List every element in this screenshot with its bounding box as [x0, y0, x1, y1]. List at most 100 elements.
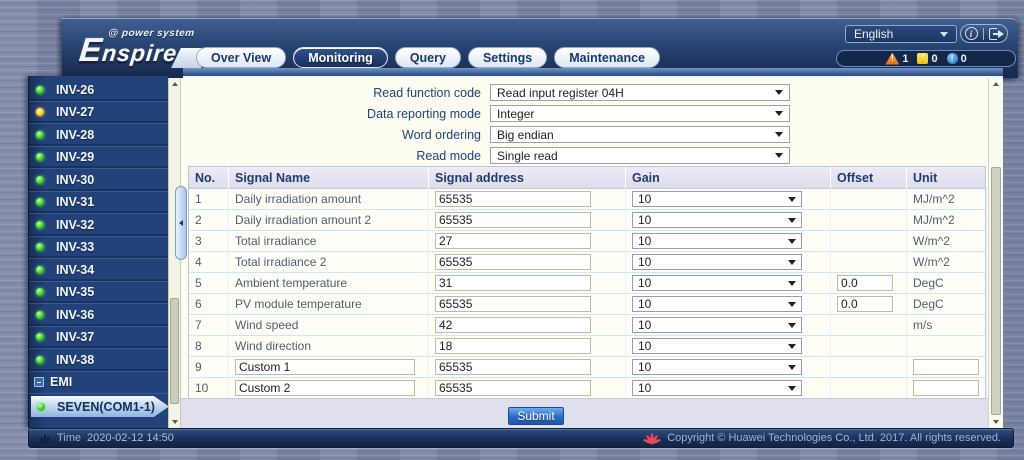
scroll-down-icon[interactable] [989, 417, 1003, 427]
sidebar-scrollbar-thumb[interactable] [170, 298, 179, 404]
signal-address-input[interactable] [435, 212, 591, 228]
row-number: 8 [195, 339, 202, 353]
status-bar: Time 2020-02-12 14:50 Copyright © Huawei… [28, 428, 1014, 448]
gain-select[interactable]: 10 [632, 275, 802, 291]
major-alarm: ! 0 [917, 53, 938, 65]
tab-settings[interactable]: Settings [467, 47, 548, 68]
scroll-down-icon[interactable] [169, 417, 180, 427]
critical-alarm: ! 1 [885, 52, 908, 65]
select-value: 10 [638, 234, 652, 248]
sidebar-group-emi[interactable]: EMI [29, 372, 168, 394]
table-row: 3 Total irradiance 10 W/m^2 [189, 231, 987, 252]
sidebar-item-inv-31[interactable]: INV-31 [29, 192, 168, 214]
logout-icon[interactable] [988, 27, 1004, 40]
time-section: Time 2020-02-12 14:50 [41, 432, 174, 444]
sidebar-item-inv-38[interactable]: INV-38 [29, 349, 168, 372]
row-number: 3 [195, 234, 202, 248]
unit-text: W/m^2 [913, 234, 950, 248]
chevron-down-icon [788, 385, 796, 391]
form-row: Read mode Single read [181, 145, 988, 166]
unit-text: MJ/m^2 [913, 213, 955, 227]
signal-address-input[interactable] [435, 275, 591, 291]
selected-item-label: SEVEN(COM1-1) [57, 399, 155, 414]
signal-name: Ambient temperature [235, 276, 348, 290]
info-icon[interactable]: i [964, 27, 978, 40]
unit-input[interactable] [913, 380, 979, 396]
signal-address-input[interactable] [435, 359, 591, 375]
table-row: 5 Ambient temperature 10 DegC [189, 273, 987, 294]
form-row: Read function code Read input register 0… [181, 82, 988, 103]
form-label: Word ordering [402, 127, 481, 142]
signal-address-input[interactable] [435, 317, 591, 333]
sidebar-item-inv-26[interactable]: INV-26 [29, 79, 168, 102]
signal-name-input[interactable] [235, 359, 415, 375]
main-scrollbar-thumb[interactable] [991, 167, 1001, 415]
status-dot [36, 310, 44, 319]
status-dot [36, 220, 44, 229]
sidebar-item-inv-36[interactable]: INV-36 [29, 304, 168, 327]
main-scrollbar[interactable] [988, 78, 1003, 428]
chevron-down-icon [788, 301, 796, 307]
gain-select[interactable]: 10 [632, 233, 802, 249]
sidebar-item-inv-37[interactable]: INV-37 [29, 327, 168, 349]
gain-select[interactable]: 10 [632, 380, 802, 396]
signal-name-input[interactable] [235, 380, 415, 396]
unit-input[interactable] [913, 359, 979, 375]
gain-select[interactable]: 10 [632, 359, 802, 375]
sidebar-item-seven-com1-1[interactable]: SEVEN(COM1-1) [31, 396, 169, 417]
form-label: Read function code [373, 85, 481, 100]
gain-select[interactable]: 10 [632, 191, 802, 207]
offset-input[interactable] [837, 275, 893, 291]
collapse-minus-icon[interactable] [34, 377, 44, 387]
gain-select[interactable]: 10 [632, 212, 802, 228]
row-number: 6 [195, 297, 202, 311]
sidebar-item-inv-27[interactable]: INV-27 [29, 102, 168, 124]
tab-monitoring[interactable]: Monitoring [293, 47, 388, 68]
gain-select[interactable]: 10 [632, 296, 802, 312]
row-number: 5 [195, 276, 202, 290]
scroll-up-icon[interactable] [169, 79, 180, 89]
language-select[interactable]: English [845, 25, 957, 43]
read-mode-select[interactable]: Single read [490, 147, 790, 164]
gain-select[interactable]: 10 [632, 338, 802, 354]
tab-over-view[interactable]: Over View [196, 47, 287, 68]
read-function-code-select[interactable]: Read input register 04H [490, 84, 790, 101]
submit-button[interactable]: Submit [508, 407, 564, 425]
col-header-offset: Offset [831, 167, 907, 189]
signal-address-input[interactable] [435, 380, 591, 396]
sidebar-item-inv-35[interactable]: INV-35 [29, 282, 168, 304]
gain-select[interactable]: 10 [632, 317, 802, 333]
scroll-up-icon[interactable] [989, 79, 1003, 89]
tab-query[interactable]: Query [394, 47, 461, 68]
sidebar-item-inv-34[interactable]: INV-34 [29, 259, 168, 282]
col-header-no: No. [189, 167, 229, 189]
col-header-unit: Unit [907, 167, 987, 189]
word-ordering-select[interactable]: Big endian [490, 126, 790, 143]
sidebar-item-inv-28[interactable]: INV-28 [29, 124, 168, 147]
unit-text: DegC [913, 276, 944, 290]
gain-select[interactable]: 10 [632, 254, 802, 270]
row-number: 10 [195, 381, 209, 395]
signal-name: Daily irradiation amount 2 [235, 213, 372, 227]
sidebar-item-inv-32[interactable]: INV-32 [29, 214, 168, 237]
signal-address-input[interactable] [435, 191, 591, 207]
sidebar-item-inv-29[interactable]: INV-29 [29, 147, 168, 169]
signal-address-input[interactable] [435, 338, 591, 354]
signal-address-input[interactable] [435, 254, 591, 270]
signal-address-input[interactable] [435, 296, 591, 312]
data-reporting-mode-select[interactable]: Integer [490, 105, 790, 122]
tab-maintenance[interactable]: Maintenance [554, 47, 660, 68]
sidebar-item-inv-33[interactable]: INV-33 [29, 237, 168, 259]
select-value: 10 [638, 297, 652, 311]
sidebar-item-inv-30[interactable]: INV-30 [29, 169, 168, 192]
main-content: Read function code Read input register 0… [181, 78, 988, 428]
page: { "header": { "logo_sub": "@ power syste… [0, 0, 1024, 460]
time-value: 2020-02-12 14:50 [87, 432, 174, 444]
sidebar-collapse-handle[interactable] [175, 186, 187, 260]
copyright-text: Copyright © Huawei Technologies Co., Ltd… [667, 432, 1001, 444]
unit-text: W/m^2 [913, 255, 950, 269]
col-header-gain: Gain [626, 167, 831, 189]
offset-input[interactable] [837, 296, 893, 312]
signal-address-input[interactable] [435, 233, 591, 249]
status-dot [37, 402, 45, 411]
